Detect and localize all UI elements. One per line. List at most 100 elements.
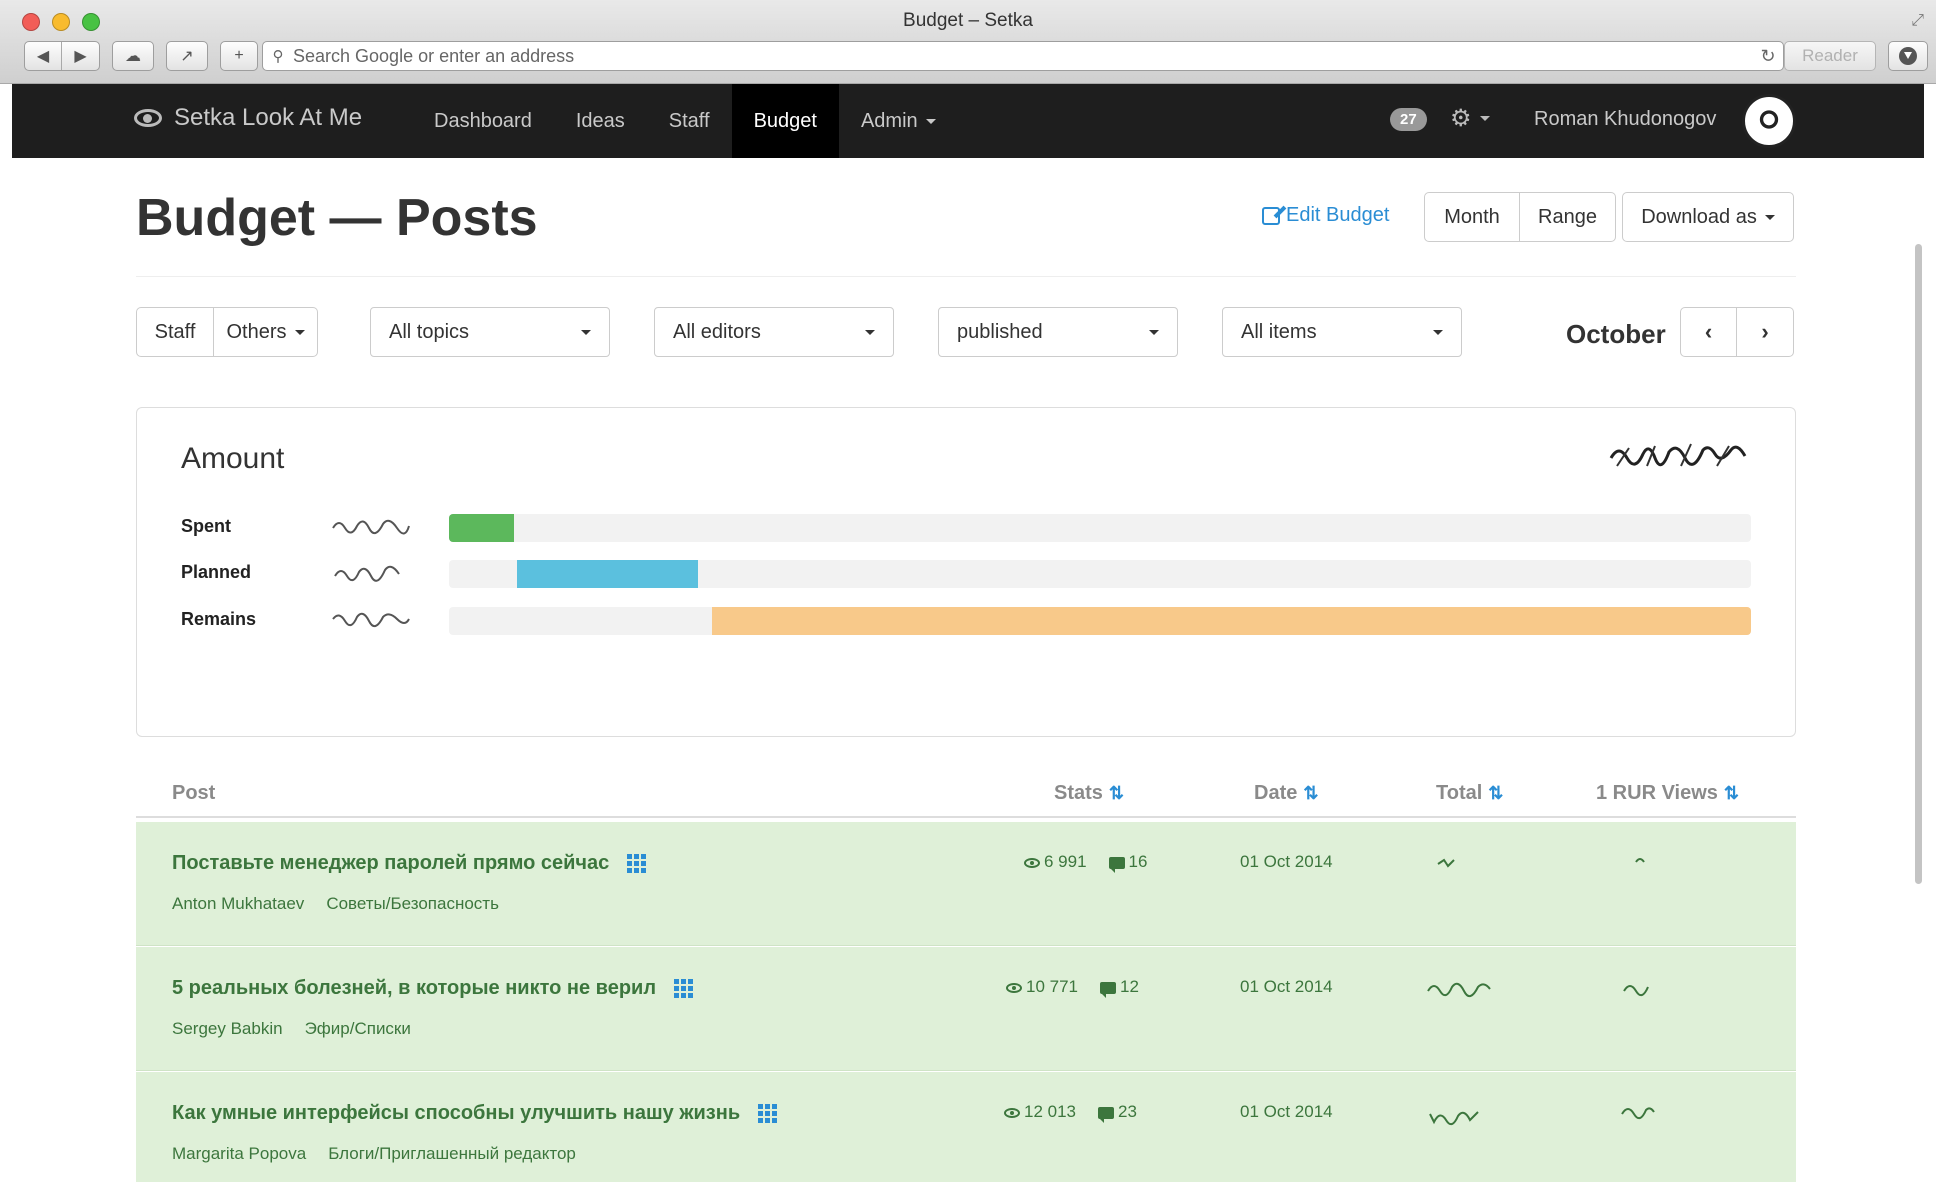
reader-button[interactable]: Reader: [1784, 41, 1876, 71]
post-author[interactable]: Sergey Babkin: [172, 1019, 283, 1039]
next-month-button[interactable]: ›: [1737, 307, 1794, 357]
post-title: 5 реальных болезней, в которые никто не …: [172, 977, 657, 999]
grid-icon[interactable]: [674, 979, 694, 998]
post-meta: Sergey Babkin Эфир/Списки: [172, 1019, 411, 1039]
chevron-right-icon: ›: [1761, 319, 1769, 344]
chevron-down-icon: [1433, 330, 1443, 335]
current-month: October: [1566, 319, 1666, 349]
chevron-down-icon: [294, 329, 305, 335]
eye-icon: [1006, 982, 1022, 993]
nav-admin-label: Admin: [860, 109, 918, 132]
nav-ideas[interactable]: Ideas: [554, 84, 647, 158]
remains-bar-track: [449, 607, 1751, 635]
others-label: Others: [226, 320, 287, 343]
amount-panel: Amount Spent Planned Remains: [136, 407, 1796, 737]
bar-label-planned: Planned: [181, 562, 252, 582]
notification-badge[interactable]: 27: [1390, 108, 1427, 131]
post-date: 01 Oct 2014: [1240, 977, 1333, 996]
scrollbar-thumb[interactable]: [1915, 244, 1922, 884]
column-date[interactable]: Date ⇅: [1254, 782, 1318, 805]
period-toggle: Month Range: [1424, 192, 1616, 242]
remains-bar-fill: [712, 607, 1751, 635]
nav-budget[interactable]: Budget: [731, 84, 839, 158]
post-author[interactable]: Margarita Popova: [172, 1144, 306, 1164]
column-rur-views[interactable]: 1 RUR Views ⇅: [1596, 782, 1739, 805]
table-row: 5 реальных болезней, в которые никто не …: [136, 947, 1796, 1071]
chevron-down-icon: [1479, 116, 1490, 121]
sort-icon: ⇅: [1108, 783, 1124, 803]
user-name[interactable]: Roman Khudonogov: [1534, 108, 1716, 131]
new-tab-button[interactable]: +: [220, 41, 258, 71]
spent-bar-track: [449, 514, 1751, 542]
icloud-tabs-button[interactable]: ☁: [112, 41, 154, 71]
grid-icon[interactable]: [627, 854, 647, 873]
page-title: Budget — Posts: [136, 189, 538, 247]
grid-icon[interactable]: [758, 1104, 778, 1123]
address-bar[interactable]: ⚲ Search Google or enter an address ↻: [262, 41, 1784, 71]
eye-icon: [1024, 857, 1040, 868]
page-scrollbar[interactable]: [1914, 174, 1924, 974]
download-icon: [1899, 47, 1917, 65]
edit-icon: [1262, 206, 1280, 225]
redacted-rur-views: [1635, 858, 1645, 863]
nav-dashboard[interactable]: Dashboard: [412, 84, 554, 158]
post-author[interactable]: Anton Mukhataev: [172, 894, 304, 914]
month-button[interactable]: Month: [1424, 192, 1520, 242]
views-count: 12 013: [1024, 1102, 1076, 1121]
nav-admin[interactable]: Admin: [839, 84, 958, 158]
back-button[interactable]: ◀: [25, 42, 63, 70]
nav-staff[interactable]: Staff: [647, 84, 732, 158]
fullscreen-icon[interactable]: ⤢: [1911, 12, 1924, 30]
header-divider: [136, 276, 1796, 277]
address-placeholder: Search Google or enter an address: [293, 45, 575, 66]
post-title-link[interactable]: Как умные интерфейсы способны улучшить н…: [172, 1102, 778, 1125]
items-select[interactable]: All items: [1222, 307, 1462, 357]
browser-toolbar: Budget – Setka ⤢ ◀ ▶ ☁ ↗ + ⚲ Search Goog…: [0, 0, 1936, 84]
forward-button[interactable]: ▶: [62, 42, 99, 70]
brand[interactable]: Setka Look At Me: [134, 104, 362, 132]
topics-value: All topics: [389, 320, 470, 343]
range-button[interactable]: Range: [1520, 192, 1616, 242]
redacted-rur-views: [1621, 1107, 1655, 1120]
post-meta: Anton Mukhataev Советы/Безопасность: [172, 894, 499, 914]
avatar[interactable]: [1742, 94, 1796, 148]
comments-stat: 23: [1098, 1102, 1137, 1123]
editors-select[interactable]: All editors: [654, 307, 894, 357]
post-title-link[interactable]: 5 реальных болезней, в которые никто не …: [172, 977, 694, 1000]
redacted-spent-amount: [332, 519, 410, 535]
amount-title: Amount: [181, 442, 285, 475]
share-button[interactable]: ↗: [166, 41, 208, 71]
bar-label-remains: Remains: [181, 609, 257, 629]
status-select[interactable]: published: [938, 307, 1178, 357]
app-viewport: Setka Look At Me Dashboard Ideas Staff B…: [12, 84, 1924, 1182]
post-category[interactable]: Советы/Безопасность: [326, 894, 499, 914]
table-row: Поставьте менеджер паролей прямо сейчас …: [136, 822, 1796, 946]
reload-icon[interactable]: ↻: [1753, 46, 1783, 67]
comment-icon: [1098, 1106, 1114, 1123]
settings-menu[interactable]: ⚙: [1450, 104, 1490, 133]
search-icon: ⚲: [272, 48, 284, 65]
prev-month-button[interactable]: ‹: [1680, 307, 1737, 357]
sort-icon: ⇅: [1488, 783, 1504, 803]
edit-budget-link[interactable]: Edit Budget: [1262, 204, 1389, 227]
post-stats: 6 991 16: [1024, 852, 1147, 873]
redacted-remains-amount: [332, 612, 410, 628]
bar-row-remains: Remains: [181, 605, 1751, 635]
top-navbar: Setka Look At Me Dashboard Ideas Staff B…: [12, 84, 1924, 158]
downloads-button[interactable]: [1888, 41, 1928, 71]
others-dropdown[interactable]: Others: [214, 307, 318, 357]
chevron-down-icon: [581, 330, 591, 335]
sort-icon: ⇅: [1723, 783, 1739, 803]
topics-select[interactable]: All topics: [370, 307, 610, 357]
comments-count: 23: [1118, 1102, 1137, 1121]
post-category[interactable]: Блоги/Приглашенный редактор: [328, 1144, 576, 1164]
column-stats-label: Stats: [1054, 782, 1103, 804]
staff-button[interactable]: Staff: [136, 307, 214, 357]
download-as-button[interactable]: Download as: [1622, 192, 1794, 242]
column-stats[interactable]: Stats ⇅: [1054, 782, 1124, 805]
post-title-link[interactable]: Поставьте менеджер паролей прямо сейчас: [172, 852, 647, 875]
share-icon: ↗: [180, 48, 194, 65]
redacted-total-amount: [1609, 443, 1747, 467]
column-total[interactable]: Total ⇅: [1436, 782, 1503, 805]
post-category[interactable]: Эфир/Списки: [305, 1019, 411, 1039]
